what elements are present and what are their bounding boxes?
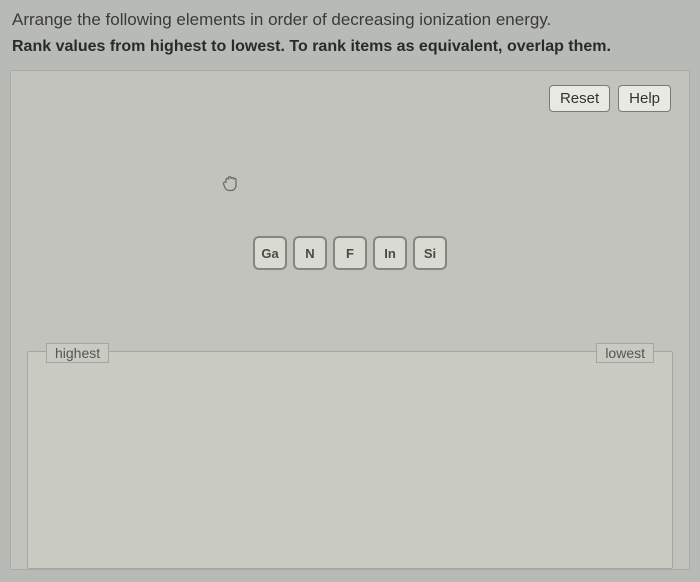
ranking-panel: Reset Help Ga N F In Si highest lowest [10,70,690,570]
lowest-label: lowest [596,343,654,363]
panel-buttons: Reset Help [549,85,671,112]
reset-button[interactable]: Reset [549,85,610,112]
help-button[interactable]: Help [618,85,671,112]
tile-si[interactable]: Si [413,236,447,270]
tile-ga[interactable]: Ga [253,236,287,270]
tile-n[interactable]: N [293,236,327,270]
grab-cursor-icon [221,171,241,195]
tile-f[interactable]: F [333,236,367,270]
element-tiles: Ga N F In Si [253,236,447,270]
highest-label: highest [46,343,109,363]
tile-in[interactable]: In [373,236,407,270]
question-text: Arrange the following elements in order … [0,0,700,34]
instruction-text: Rank values from highest to lowest. To r… [0,34,700,66]
ranking-drop-area[interactable]: highest lowest [27,351,673,569]
